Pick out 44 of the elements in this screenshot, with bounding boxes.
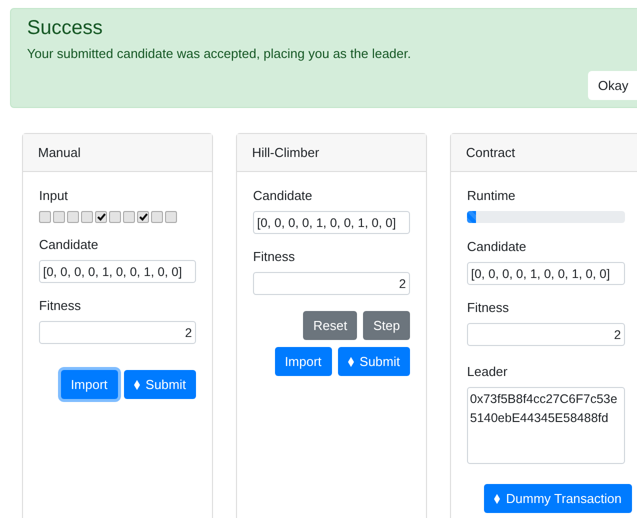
bit-checkbox[interactable] xyxy=(151,211,163,223)
fitness-field[interactable]: 2 xyxy=(467,323,625,346)
check-icon xyxy=(138,213,148,221)
diamond-icon xyxy=(134,380,140,390)
alert-title: Success xyxy=(27,17,104,40)
field-label: Leader xyxy=(467,364,508,379)
diamond-icon xyxy=(494,494,500,504)
field-label: Fitness xyxy=(39,298,82,313)
submit-button[interactable]: Dummy Transaction xyxy=(484,484,632,513)
fitness-field[interactable]: 2 xyxy=(39,321,196,344)
bit-checkbox[interactable] xyxy=(39,211,51,223)
candidate-field[interactable]: [0, 0, 0, 0, 1, 0, 0, 1, 0, 0] xyxy=(253,211,410,234)
candidate-field[interactable]: [0, 0, 0, 0, 1, 0, 0, 1, 0, 0] xyxy=(467,262,625,285)
bit-checkbox[interactable] xyxy=(67,211,79,223)
bit-checkbox[interactable] xyxy=(123,211,135,223)
bit-checkbox[interactable] xyxy=(137,211,149,223)
field-label: Candidate xyxy=(467,239,528,254)
bit-checkbox[interactable] xyxy=(81,211,93,223)
card-header: Manual xyxy=(23,134,212,172)
action-button[interactable]: Reset xyxy=(303,311,358,340)
field-label: Candidate xyxy=(39,237,100,252)
field-label: Candidate xyxy=(253,188,314,203)
bit-checkbox[interactable] xyxy=(165,211,177,223)
card-header: Contract xyxy=(451,134,637,172)
submit-button[interactable]: Submit xyxy=(124,370,196,399)
bit-checkbox[interactable] xyxy=(95,211,107,223)
diamond-icon xyxy=(348,356,354,366)
field-label: Input xyxy=(39,188,69,203)
leader-field[interactable]: 0x73f5B8f4cc27C6F7c53e5140ebE44345E58488fd xyxy=(467,387,625,464)
check-icon xyxy=(96,213,106,221)
action-button[interactable]: Step xyxy=(363,311,410,340)
field-label: Runtime xyxy=(467,188,516,203)
okay-button[interactable]: Okay xyxy=(588,71,637,100)
field-label: Fitness xyxy=(253,249,296,264)
submit-button[interactable]: Submit xyxy=(338,347,410,376)
field-label: Fitness xyxy=(467,300,510,315)
alert-message: Your submitted candidate was accepted, placing you as the leader. xyxy=(27,46,412,61)
card-header: Hill-Climber xyxy=(237,134,426,172)
action-button[interactable]: Import xyxy=(60,370,118,399)
bit-checkbox[interactable] xyxy=(53,211,65,223)
bit-checkbox[interactable] xyxy=(109,211,121,223)
fitness-field[interactable]: 2 xyxy=(253,272,410,295)
action-button[interactable]: Import xyxy=(274,347,332,376)
candidate-field[interactable]: [0, 0, 0, 0, 1, 0, 0, 1, 0, 0] xyxy=(39,260,196,283)
